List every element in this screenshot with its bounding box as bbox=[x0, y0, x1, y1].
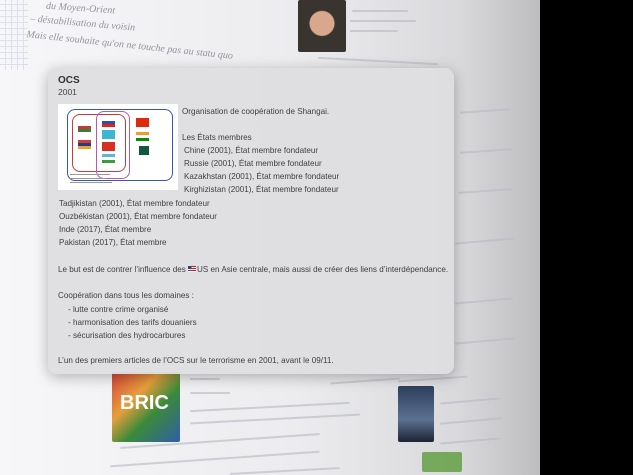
background-line bbox=[190, 392, 230, 394]
background-line bbox=[190, 401, 350, 413]
flag bbox=[102, 142, 115, 151]
background-line bbox=[230, 467, 340, 475]
background-logo bbox=[422, 452, 462, 472]
cooperation-item: - sécurisation des hydrocarbures bbox=[68, 331, 186, 340]
member-item: Russie (2001), État membre fondateur bbox=[184, 159, 322, 168]
background-line bbox=[459, 108, 511, 114]
members-title: Les États membres bbox=[182, 133, 252, 142]
background-line bbox=[352, 10, 408, 12]
goal-text: Le but est de contrer l’influence des US… bbox=[58, 263, 448, 276]
background-line bbox=[457, 188, 513, 194]
background-line bbox=[440, 417, 502, 425]
member-item: Pakistan (2017), État membre bbox=[59, 238, 167, 247]
member-item: Ouzbékistan (2001), État membre fondateu… bbox=[59, 212, 217, 221]
background-line bbox=[350, 20, 416, 22]
legend-line bbox=[70, 182, 112, 183]
background-photo bbox=[398, 386, 434, 442]
background-black-edge bbox=[540, 0, 633, 475]
flag bbox=[102, 154, 115, 163]
legend-line bbox=[70, 174, 110, 175]
member-item: Kazakhstan (2001), État membre fondateur bbox=[184, 172, 340, 181]
flag bbox=[136, 118, 149, 127]
member-item: Chine (2001), État membre fondateur bbox=[184, 146, 319, 155]
background-text: Mais elle souhaite qu'on ne touche pas a… bbox=[25, 29, 234, 62]
member-item: Tadjikistan (2001), État membre fondateu… bbox=[59, 199, 210, 208]
cooperation-item: - harmonisation des tarifs douaniers bbox=[68, 318, 197, 327]
flag bbox=[78, 140, 91, 149]
background-grid bbox=[0, 0, 28, 70]
background-line bbox=[190, 413, 360, 425]
member-flags-diagram bbox=[58, 104, 178, 190]
background-text: du Moyen-Orient bbox=[45, 0, 116, 17]
popover-footer: L’un des premiers articles de l’OCS sur … bbox=[58, 356, 334, 365]
background-line bbox=[330, 377, 400, 385]
background-line bbox=[350, 30, 398, 32]
flag bbox=[136, 132, 149, 141]
background-line bbox=[455, 237, 515, 245]
goal-text-end: US en Asie centrale, mais aussi de créer… bbox=[197, 265, 449, 274]
us-flag-icon bbox=[188, 266, 197, 272]
background-line bbox=[318, 56, 438, 66]
bric-image: BRIC bbox=[112, 372, 180, 442]
info-popover[interactable]: OCS 2001 Organisation de coopération de … bbox=[48, 68, 454, 374]
goal-text-start: Le but est de contrer l’influence des bbox=[58, 265, 189, 274]
cooperation-title: Coopération dans tous les domaines : bbox=[58, 291, 194, 300]
background-line bbox=[440, 437, 500, 445]
flag bbox=[136, 146, 149, 155]
popover-year: 2001 bbox=[58, 87, 77, 97]
background-line bbox=[455, 297, 513, 305]
flag bbox=[78, 126, 91, 135]
flag bbox=[102, 118, 115, 127]
cooperation-item: - lutte contre crime organisé bbox=[68, 305, 169, 314]
background-line bbox=[455, 337, 515, 345]
background-line bbox=[459, 148, 513, 154]
background-line bbox=[440, 397, 500, 405]
background-line bbox=[398, 375, 468, 383]
member-item: Inde (2017), État membre bbox=[59, 225, 152, 234]
flag bbox=[102, 130, 115, 139]
background-line bbox=[190, 378, 220, 380]
member-item: Kirghizistan (2001), État membre fondate… bbox=[184, 185, 339, 194]
background-line bbox=[110, 450, 320, 468]
background-photo bbox=[298, 0, 346, 52]
bric-label: BRIC bbox=[120, 392, 169, 414]
popover-heading: Organisation de coopération de Shangai. bbox=[182, 107, 330, 116]
legend-line bbox=[70, 178, 106, 179]
